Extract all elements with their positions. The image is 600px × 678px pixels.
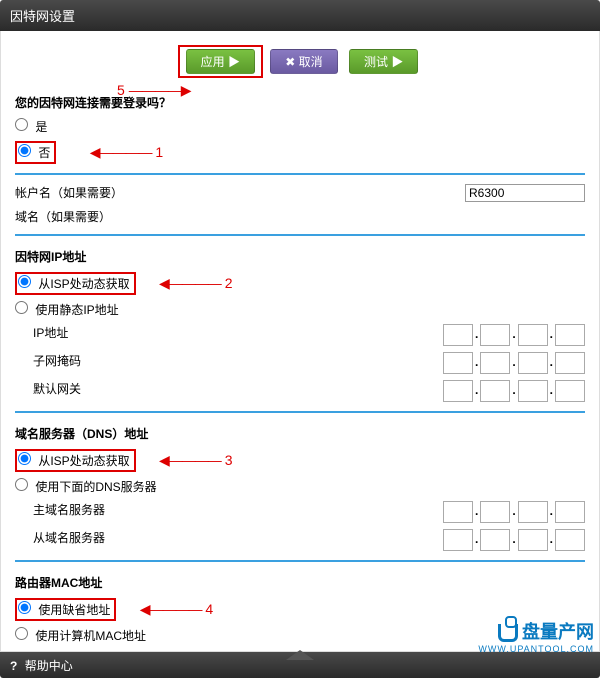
- mac-pc-radio[interactable]: [15, 627, 28, 640]
- dns-primary-row: 主域名服务器 ...: [15, 498, 585, 526]
- mac-default-highlight: 使用缺省地址: [15, 598, 116, 621]
- ip-static-radio[interactable]: [15, 301, 28, 314]
- account-user-row: 帐户名（如果需要）: [15, 181, 585, 205]
- arrow-icon: ◀————: [159, 452, 221, 468]
- ip-gw-input[interactable]: ...: [443, 380, 585, 402]
- u-logo-icon: [498, 624, 518, 642]
- ip-mask-input[interactable]: ...: [443, 352, 585, 374]
- ip-section-title: 因特网IP地址: [15, 242, 585, 269]
- window-titlebar: 因特网设置: [0, 0, 600, 31]
- divider: [15, 173, 585, 175]
- login-no-row: 否 ◀———— 1: [15, 138, 585, 167]
- dns-manual-radio[interactable]: [15, 478, 28, 491]
- login-yes-label: 是: [35, 120, 47, 134]
- help-label: 帮助中心: [25, 659, 73, 673]
- divider: [15, 411, 585, 413]
- annotation-3: ◀———— 3: [159, 452, 232, 468]
- watermark: 盘量产网: [498, 618, 594, 644]
- apply-highlight: 应用 ▶: [178, 45, 263, 78]
- mac-default-label: 使用缺省地址: [38, 603, 110, 617]
- apply-button[interactable]: 应用 ▶: [186, 49, 255, 74]
- login-no-highlight: 否: [15, 141, 56, 164]
- dns-secondary-row: 从域名服务器 ...: [15, 526, 585, 554]
- dns-dynamic-highlight: 从ISP处动态获取: [15, 449, 136, 472]
- ip-mask-row: 子网掩码 ...: [15, 349, 585, 377]
- arrow-icon: ◀————: [159, 275, 221, 291]
- ip-addr-row: IP地址 ...: [15, 321, 585, 349]
- button-row: 5 ————▶ 应用 ▶ ✖ 取消 测试 ▶: [15, 39, 585, 88]
- login-question: 您的因特网连接需要登录吗？: [15, 88, 585, 115]
- arrow-icon: ◀————: [140, 601, 202, 617]
- ip-gw-row: 默认网关 ...: [15, 377, 585, 405]
- annotation-1: ◀———— 1: [90, 144, 163, 160]
- dns-dynamic-label: 从ISP处动态获取: [38, 454, 129, 468]
- dns-manual-row: 使用下面的DNS服务器: [15, 475, 585, 498]
- account-domain-label: 域名（如果需要）: [15, 208, 145, 225]
- login-no-label: 否: [38, 146, 50, 160]
- ip-addr-input[interactable]: ...: [443, 324, 585, 346]
- help-icon: ?: [10, 659, 17, 673]
- arrow-icon: ————▶: [129, 82, 191, 98]
- dns-dynamic-row: 从ISP处动态获取 ◀———— 3: [15, 446, 585, 475]
- dns-primary-input[interactable]: ...: [443, 501, 585, 523]
- dns-dynamic-radio[interactable]: [18, 452, 31, 465]
- ip-dynamic-label: 从ISP处动态获取: [38, 277, 129, 291]
- dns-secondary-input[interactable]: ...: [443, 529, 585, 551]
- mac-section-title: 路由器MAC地址: [15, 568, 585, 595]
- divider: [15, 234, 585, 236]
- login-yes-radio[interactable]: [15, 118, 28, 131]
- account-user-input[interactable]: [465, 184, 585, 202]
- annotation-2: ◀———— 2: [159, 275, 232, 291]
- content-panel: 5 ————▶ 应用 ▶ ✖ 取消 测试 ▶ 您的因特网连接需要登录吗？ 是 否…: [0, 31, 600, 652]
- arrow-icon: ◀————: [90, 144, 152, 160]
- help-bar[interactable]: ? 帮助中心: [0, 652, 600, 678]
- ip-dynamic-row: 从ISP处动态获取 ◀———— 2: [15, 269, 585, 298]
- ip-mask-label: 子网掩码: [33, 354, 81, 368]
- ip-static-label: 使用静态IP地址: [35, 303, 118, 317]
- ip-gw-label: 默认网关: [33, 382, 81, 396]
- dns-manual-label: 使用下面的DNS服务器: [35, 480, 156, 494]
- dns-primary-label: 主域名服务器: [33, 503, 105, 517]
- login-yes-row: 是: [15, 115, 585, 138]
- title-text: 因特网设置: [10, 9, 75, 24]
- ip-dynamic-highlight: 从ISP处动态获取: [15, 272, 136, 295]
- annotation-4: ◀———— 4: [140, 601, 213, 617]
- account-domain-row: 域名（如果需要）: [15, 205, 585, 228]
- ip-addr-label: IP地址: [33, 326, 68, 340]
- account-user-label: 帐户名（如果需要）: [15, 184, 145, 201]
- annotation-5: 5 ————▶: [117, 82, 190, 99]
- divider: [15, 560, 585, 562]
- login-no-radio[interactable]: [18, 144, 31, 157]
- mac-default-radio[interactable]: [18, 601, 31, 614]
- ip-static-row: 使用静态IP地址: [15, 298, 585, 321]
- dns-section-title: 域名服务器（DNS）地址: [15, 419, 585, 446]
- watermark-url: WWW.UPANTOOL.COM: [478, 644, 594, 654]
- expand-arrow-icon[interactable]: [286, 650, 314, 660]
- cancel-button[interactable]: ✖ 取消: [270, 49, 337, 74]
- test-button[interactable]: 测试 ▶: [349, 49, 418, 74]
- ip-dynamic-radio[interactable]: [18, 275, 31, 288]
- mac-pc-label: 使用计算机MAC地址: [35, 629, 146, 643]
